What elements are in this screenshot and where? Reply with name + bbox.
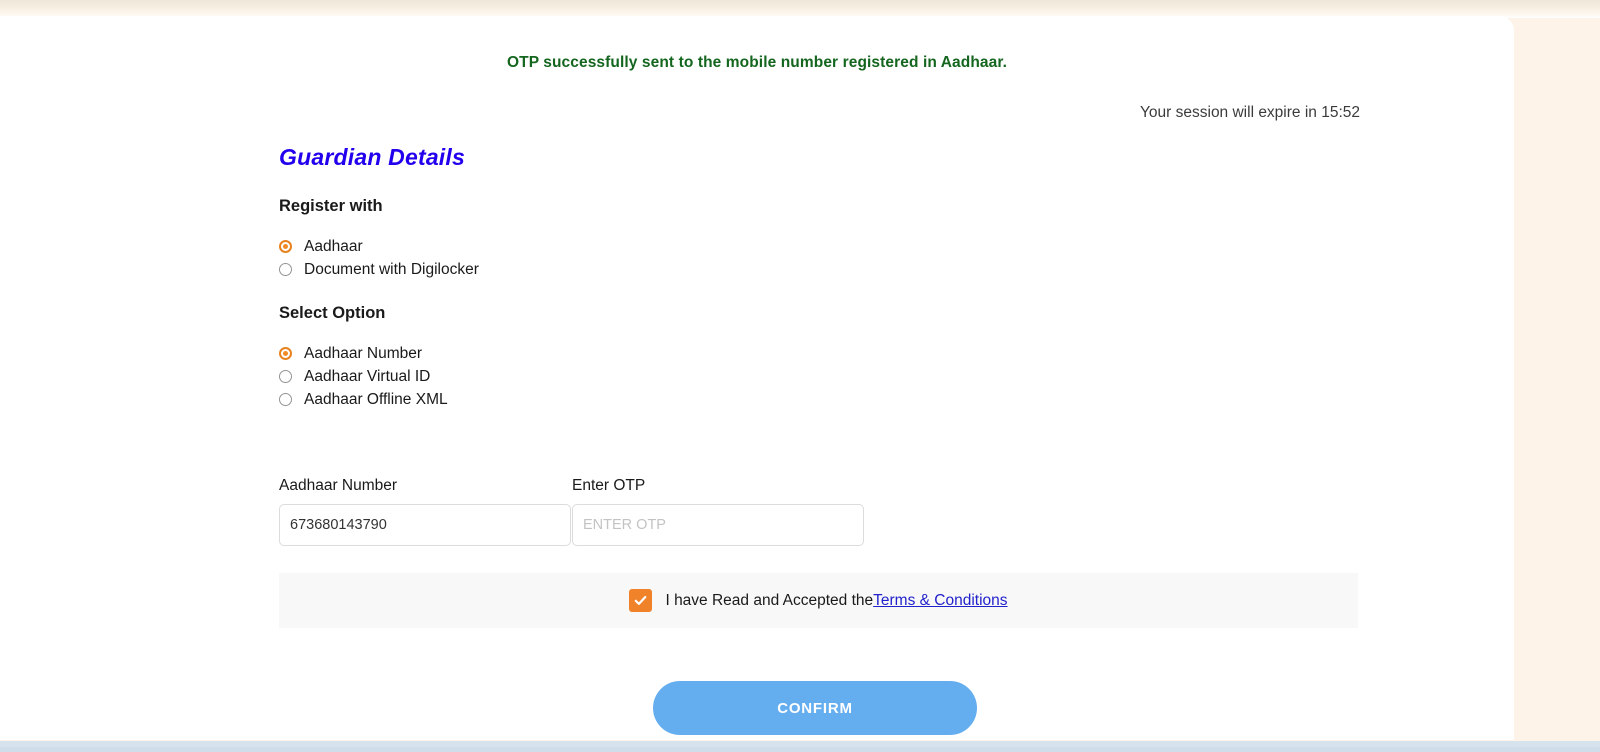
radio-icon-aadhaar-offline-xml[interactable] (279, 393, 292, 406)
radio-icon-digilocker[interactable] (279, 263, 292, 276)
select-option-radio-group[interactable]: Aadhaar Number Aadhaar Virtual ID Aadhaa… (279, 342, 448, 411)
radio-option-digilocker[interactable]: Document with Digilocker (279, 258, 479, 281)
page-root: OTP successfully sent to the mobile numb… (0, 0, 1600, 752)
aadhaar-number-label: Aadhaar Number (279, 477, 398, 494)
radio-icon-aadhaar-number[interactable] (279, 347, 292, 360)
otp-field-group: Enter OTP (572, 477, 864, 546)
radio-icon-aadhaar[interactable] (279, 240, 292, 253)
session-expiry-text: Your session will expire in 15:52 (1140, 104, 1360, 121)
register-with-label: Register with (279, 197, 383, 215)
aadhaar-number-field-group: Aadhaar Number (279, 477, 571, 546)
radio-label-aadhaar-offline-xml: Aadhaar Offline XML (304, 390, 448, 408)
confirm-button[interactable]: CONFIRM (653, 681, 977, 735)
enter-otp-label: Enter OTP (572, 477, 646, 494)
otp-input[interactable] (572, 504, 864, 546)
radio-option-aadhaar[interactable]: Aadhaar (279, 235, 479, 258)
terms-text: I have Read and Accepted the (665, 591, 874, 609)
radio-label-aadhaar-virtual-id: Aadhaar Virtual ID (304, 367, 431, 385)
content-card: OTP successfully sent to the mobile numb… (0, 16, 1514, 740)
radio-option-aadhaar-number[interactable]: Aadhaar Number (279, 342, 448, 365)
otp-success-alert: OTP successfully sent to the mobile numb… (506, 54, 1008, 71)
register-with-radio-group[interactable]: Aadhaar Document with Digilocker (279, 235, 479, 281)
radio-label-aadhaar: Aadhaar (304, 237, 363, 255)
radio-option-aadhaar-offline-xml[interactable]: Aadhaar Offline XML (279, 388, 448, 411)
radio-label-digilocker: Document with Digilocker (304, 260, 479, 278)
bottom-bar-accent (0, 747, 1600, 752)
page-title: Guardian Details (279, 144, 465, 170)
terms-and-conditions-link[interactable]: Terms & Conditions (873, 592, 1007, 610)
aadhaar-number-input[interactable] (279, 504, 571, 546)
radio-option-aadhaar-virtual-id[interactable]: Aadhaar Virtual ID (279, 365, 448, 388)
select-option-label: Select Option (279, 304, 386, 322)
radio-icon-aadhaar-virtual-id[interactable] (279, 370, 292, 383)
terms-checkbox-checked-icon[interactable] (629, 589, 653, 612)
terms-acceptance-row: I have Read and Accepted the Terms & Con… (279, 573, 1358, 628)
radio-label-aadhaar-number: Aadhaar Number (304, 344, 423, 362)
